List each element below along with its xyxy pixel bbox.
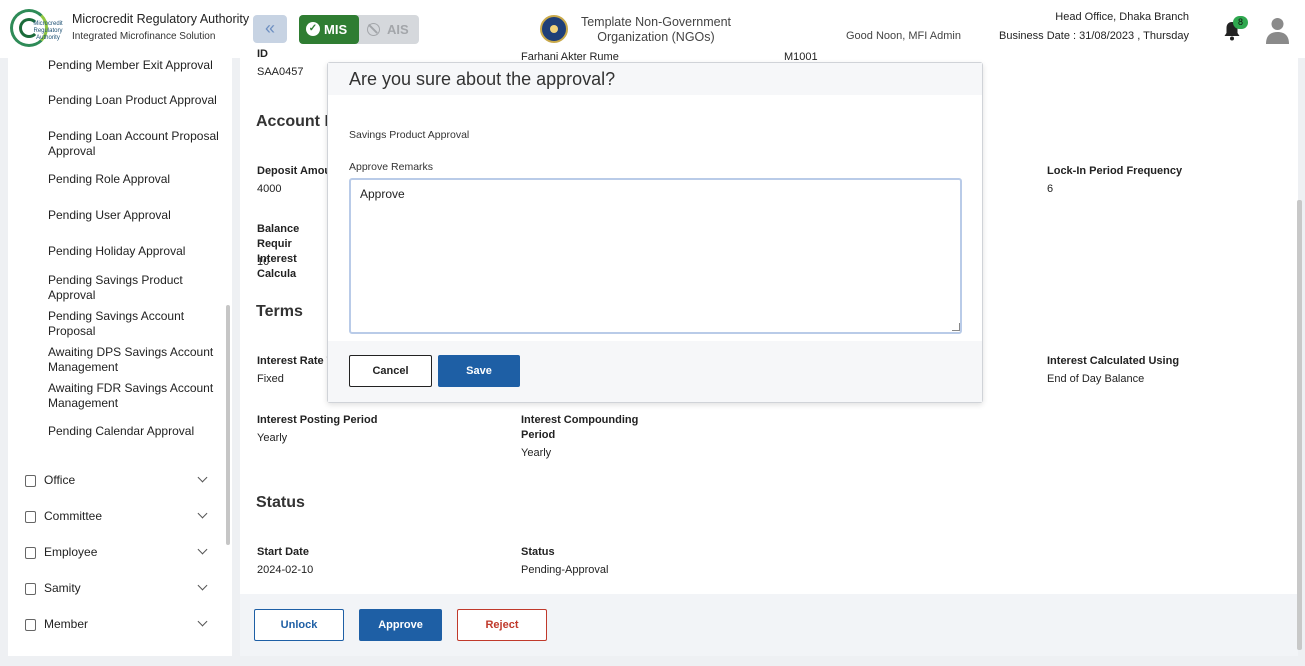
rate-type-value: Fixed — [257, 373, 284, 385]
sidebar-item-pending-loan-account-proposal[interactable]: Pending Loan Account Proposal Approval — [48, 129, 223, 159]
chevron-down-icon — [197, 616, 208, 627]
samity-icon — [25, 583, 36, 595]
business-date: Business Date : 31/08/2023 , Thursday — [999, 30, 1189, 42]
sidebar-section-label: Member — [44, 617, 89, 631]
sidebar-section-label: Office — [44, 473, 76, 487]
posting-label: Interest Posting Period — [257, 414, 378, 426]
id-value: SAA0457 — [257, 66, 304, 78]
sidebar-section-samity[interactable]: Samity — [8, 580, 232, 604]
app-title: Microcredit Regulatory Authority — [72, 12, 250, 26]
rate-type-label: Interest Rate T — [257, 355, 334, 367]
org-name: Template Non-Government Organization (NG… — [580, 15, 732, 44]
greeting-text: Good Noon, MFI Admin — [846, 30, 961, 42]
status-title: Status — [256, 494, 305, 511]
org-seal — [540, 15, 568, 43]
check-circle-icon: ✓ — [306, 22, 320, 36]
committee-icon — [25, 511, 36, 523]
balance-label: Balance Requir Interest Calcula — [257, 223, 300, 280]
chevron-down-icon — [197, 580, 208, 591]
posting-value: Yearly — [257, 432, 288, 444]
sidebar: Pending Member Exit Approval Pending Loa… — [8, 58, 232, 656]
mode-ais-label: AIS — [387, 22, 409, 37]
sidebar-item-pending-holiday[interactable]: Pending Holiday Approval — [48, 244, 223, 259]
ban-icon — [367, 23, 380, 36]
chevron-down-icon — [197, 472, 208, 483]
balance-value: 10 — [257, 256, 270, 268]
approval-modal: Are you sure about the approval? Savings… — [327, 62, 983, 403]
office-icon — [25, 475, 36, 487]
employee-icon — [25, 547, 36, 559]
member-icon — [25, 619, 36, 631]
sidebar-section-employee[interactable]: Employee — [8, 544, 232, 568]
compounding-label: Interest Compounding Period — [521, 414, 639, 441]
logo-text: Microcredit Regulatory Authority — [33, 21, 63, 41]
mode-switch[interactable]: ✓ MIS AIS — [299, 15, 419, 44]
sidebar-section-label: Samity — [44, 581, 81, 595]
sidebar-collapse-button[interactable]: « — [253, 15, 287, 43]
sidebar-item-awaiting-fdr[interactable]: Awaiting FDR Savings Account Management — [48, 381, 223, 411]
start-date-value: 2024-02-10 — [257, 564, 314, 576]
notification-badge: 8 — [1233, 16, 1248, 29]
sidebar-section-committee[interactable]: Committee — [8, 508, 232, 532]
sidebar-item-pending-savings-product[interactable]: Pending Savings Product Approval — [48, 273, 223, 303]
lockin-value: 6 — [1047, 183, 1054, 195]
chevron-down-icon — [197, 544, 208, 555]
mode-ais-button[interactable]: AIS — [363, 15, 419, 44]
status-label: Status — [521, 546, 555, 558]
lockin-label: Lock-In Period Frequency — [1047, 165, 1183, 177]
sidebar-section-office[interactable]: Office — [8, 472, 232, 496]
sidebar-item-pending-role[interactable]: Pending Role Approval — [48, 172, 223, 187]
sidebar-item-pending-calendar[interactable]: Pending Calendar Approval — [48, 424, 223, 439]
sidebar-item-awaiting-dps[interactable]: Awaiting DPS Savings Account Management — [48, 345, 223, 375]
reject-button[interactable]: Reject — [457, 609, 547, 641]
status-value: Pending-Approval — [521, 564, 609, 576]
chevron-down-icon — [197, 508, 208, 519]
modal-subtitle: Savings Product Approval — [349, 129, 470, 141]
sidebar-section-label: Employee — [44, 545, 98, 559]
sidebar-item-pending-user[interactable]: Pending User Approval — [48, 208, 223, 223]
sidebar-item-pending-loan-product[interactable]: Pending Loan Product Approval — [48, 93, 223, 108]
id-label: ID — [257, 48, 268, 60]
save-button[interactable]: Save — [438, 355, 520, 387]
mode-mis-button[interactable]: ✓ MIS — [299, 15, 359, 44]
user-avatar-icon[interactable] — [1265, 16, 1290, 44]
mode-mis-label: MIS — [324, 22, 348, 37]
calc-using-label: Interest Calculated Using — [1047, 355, 1180, 367]
start-date-label: Start Date — [257, 546, 309, 558]
sidebar-section-label: Committee — [44, 509, 103, 523]
approve-remarks-label: Approve Remarks — [349, 161, 434, 173]
calc-using-value: End of Day Balance — [1047, 373, 1145, 385]
deposit-label: Deposit Amour — [257, 165, 336, 177]
approve-remarks-textarea[interactable]: Approve — [349, 178, 962, 334]
branch-name: Head Office, Dhaka Branch — [1055, 11, 1189, 23]
sidebar-scrollbar[interactable] — [226, 305, 230, 545]
unlock-button[interactable]: Unlock — [254, 609, 344, 641]
app-subtitle: Integrated Microfinance Solution — [72, 31, 216, 42]
sidebar-item-pending-member-exit[interactable]: Pending Member Exit Approval — [48, 58, 223, 73]
terms-title: Terms — [256, 303, 303, 320]
double-chevron-left-icon: « — [264, 18, 275, 38]
cancel-button[interactable]: Cancel — [349, 355, 432, 387]
sidebar-section-member[interactable]: Member — [8, 616, 232, 640]
compounding-value: Yearly — [521, 447, 552, 459]
modal-title: Are you sure about the approval? — [349, 69, 616, 89]
textarea-resize-handle[interactable] — [952, 323, 960, 331]
sidebar-item-pending-savings-account-proposal[interactable]: Pending Savings Account Proposal — [48, 309, 223, 339]
main-scrollbar[interactable] — [1297, 200, 1302, 650]
approve-button[interactable]: Approve — [359, 609, 442, 641]
deposit-value: 4000 — [257, 183, 282, 195]
